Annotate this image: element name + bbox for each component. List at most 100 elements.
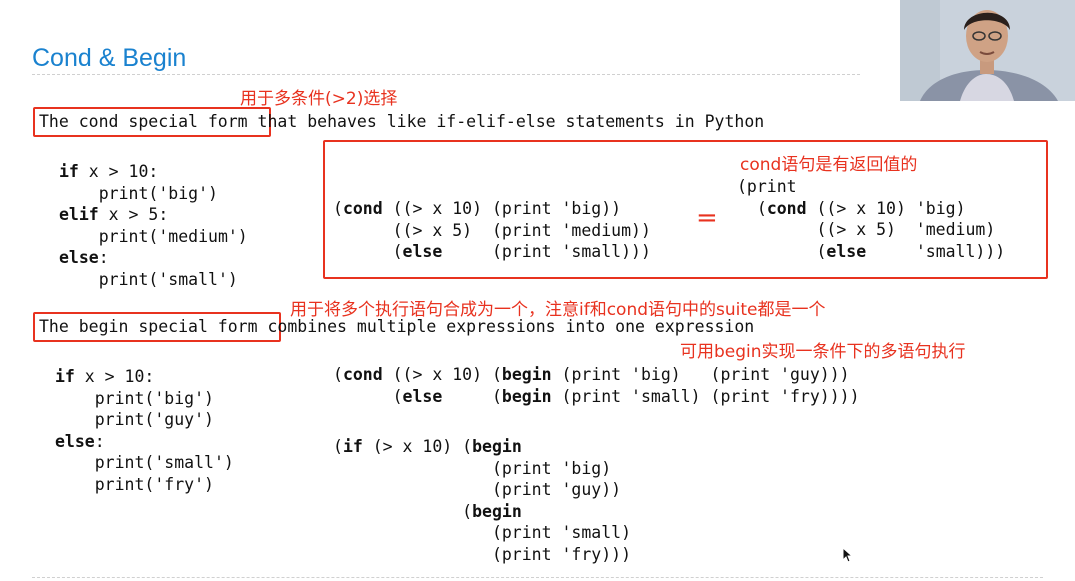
code-keyword: cond bbox=[342, 365, 383, 384]
begin-python-code: if x > 10: print('big') print('guy') else… bbox=[55, 366, 234, 495]
code-keyword: cond bbox=[766, 198, 807, 218]
begin-term: The begin special form bbox=[39, 317, 258, 336]
code-text: ((> x 5) 'medium) bbox=[737, 220, 996, 239]
code-text: : bbox=[94, 431, 105, 451]
begin-scheme-if: (if (> x 10) (begin (print 'big) (print … bbox=[333, 436, 631, 565]
code-text: ( bbox=[333, 501, 473, 521]
code-text: print('big') bbox=[59, 183, 218, 203]
code-line: if x > 10: bbox=[59, 161, 248, 183]
code-keyword: begin bbox=[472, 437, 522, 456]
note-cond-multi: 用于多条件(>2)选择 bbox=[240, 89, 398, 109]
code-line: print('medium') bbox=[59, 226, 248, 248]
code-line: (if (> x 10) (begin bbox=[333, 436, 631, 458]
code-keyword: else bbox=[402, 242, 443, 261]
slide-title: Cond & Begin bbox=[32, 44, 187, 72]
cond-scheme-right: (print (cond ((> x 10) 'big) ((> x 5) 'm… bbox=[737, 176, 1005, 262]
title-divider bbox=[32, 74, 860, 75]
code-text: (print 'guy)) bbox=[333, 480, 622, 499]
code-text: (> x 10) ( bbox=[362, 437, 473, 456]
code-line: print('small') bbox=[59, 269, 248, 291]
code-line: (else 'small))) bbox=[737, 241, 1005, 263]
begin-definition-rest: combines multiple expressions into one e… bbox=[257, 317, 755, 336]
code-text: ( bbox=[333, 365, 343, 384]
code-line: ((> x 5) 'medium) bbox=[737, 219, 1005, 241]
begin-definition: The begin special form combines multiple… bbox=[39, 316, 754, 338]
code-keyword: elif bbox=[59, 205, 99, 224]
code-keyword: cond bbox=[342, 199, 383, 218]
code-text: x > 5: bbox=[98, 205, 169, 224]
code-keyword: if bbox=[55, 367, 75, 386]
code-keyword: else bbox=[826, 241, 867, 261]
cond-definition: The cond special form that behaves like … bbox=[39, 111, 764, 133]
code-text: ( bbox=[442, 386, 502, 406]
code-text: print('guy') bbox=[55, 410, 214, 429]
code-text: ((> x 10) 'big) bbox=[806, 198, 966, 218]
code-text: ((> x 5) (print 'medium)) bbox=[333, 220, 651, 240]
code-text: (print 'small))) bbox=[442, 242, 651, 261]
code-keyword: begin bbox=[501, 365, 552, 384]
equals-sign: = bbox=[696, 203, 718, 233]
cond-scheme-left: (cond ((> x 10) (print 'big)) ((> x 5) (… bbox=[333, 198, 651, 263]
code-line: (print 'big) bbox=[333, 458, 631, 480]
code-line: if x > 10: bbox=[55, 366, 234, 388]
code-text: (print 'big) (print 'guy))) bbox=[551, 365, 850, 384]
code-line: print('small') bbox=[55, 452, 234, 474]
code-line: (begin bbox=[333, 501, 631, 523]
note-begin-use: 可用begin实现一条件下的多语句执行 bbox=[680, 342, 966, 362]
bottom-divider bbox=[32, 577, 1043, 578]
cond-python-code: if x > 10: print('big') elif x > 5: print… bbox=[59, 161, 248, 290]
code-text: print('small') bbox=[59, 269, 238, 289]
code-keyword: begin bbox=[472, 501, 522, 521]
code-keyword: else bbox=[59, 248, 99, 267]
code-text: : bbox=[98, 248, 109, 267]
cond-term: The cond special form bbox=[39, 112, 248, 131]
code-text: (print bbox=[737, 177, 797, 196]
code-text: ( bbox=[333, 242, 403, 261]
code-line: (else (print 'small))) bbox=[333, 241, 651, 263]
code-text: ( bbox=[737, 198, 767, 218]
presenter-webcam bbox=[900, 0, 1075, 101]
mouse-pointer-icon bbox=[842, 546, 854, 567]
code-line: ((> x 5) (print 'medium)) bbox=[333, 220, 651, 242]
code-line: (print bbox=[737, 176, 1005, 198]
code-line: (cond ((> x 10) 'big) bbox=[737, 198, 1005, 220]
code-line: else: bbox=[55, 431, 234, 453]
code-line: (print 'fry))) bbox=[333, 544, 631, 566]
code-text: print('big') bbox=[55, 388, 214, 408]
code-keyword: if bbox=[59, 162, 79, 181]
code-line: else: bbox=[59, 247, 248, 269]
code-line: (cond ((> x 10) (print 'big)) bbox=[333, 198, 651, 220]
code-text: ((> x 10) ( bbox=[382, 365, 502, 384]
code-text: 'small))) bbox=[866, 241, 1006, 261]
code-keyword: else bbox=[55, 431, 95, 451]
code-line: (print 'small) bbox=[333, 522, 631, 544]
code-line: print('fry') bbox=[55, 474, 234, 496]
code-text: x > 10: bbox=[74, 367, 155, 386]
code-text: (print 'big) bbox=[333, 458, 612, 478]
code-line: elif x > 5: bbox=[59, 204, 248, 226]
code-line: print('big') bbox=[55, 388, 234, 410]
code-keyword: if bbox=[342, 437, 363, 456]
code-line: print('big') bbox=[59, 183, 248, 205]
code-line: print('guy') bbox=[55, 409, 234, 431]
code-text: (print 'fry))) bbox=[333, 544, 632, 564]
cond-definition-rest: that behaves like if-elif-else statement… bbox=[247, 112, 765, 131]
code-keyword: else bbox=[402, 386, 443, 406]
code-line: (else (begin (print 'small) (print 'fry)… bbox=[333, 386, 860, 408]
code-text: ( bbox=[737, 241, 827, 261]
code-text: (print 'small) (print 'fry)))) bbox=[551, 386, 860, 406]
code-text: ( bbox=[333, 199, 343, 218]
code-text: (print 'small) bbox=[333, 523, 632, 542]
code-keyword: begin bbox=[501, 386, 552, 406]
code-line: (cond ((> x 10) (begin (print 'big) (pri… bbox=[333, 364, 860, 386]
code-text: x > 10: bbox=[78, 162, 159, 181]
code-text: print('medium') bbox=[59, 226, 248, 246]
code-text: print('small') bbox=[55, 453, 234, 472]
code-text: print('fry') bbox=[55, 474, 214, 494]
presenter-figure-icon bbox=[900, 0, 1075, 101]
begin-scheme-cond: (cond ((> x 10) (begin (print 'big) (pri… bbox=[333, 364, 860, 407]
code-text: ( bbox=[333, 386, 403, 406]
code-line: (print 'guy)) bbox=[333, 479, 631, 501]
code-text: ( bbox=[333, 437, 343, 456]
code-text: ((> x 10) (print 'big)) bbox=[382, 199, 622, 218]
